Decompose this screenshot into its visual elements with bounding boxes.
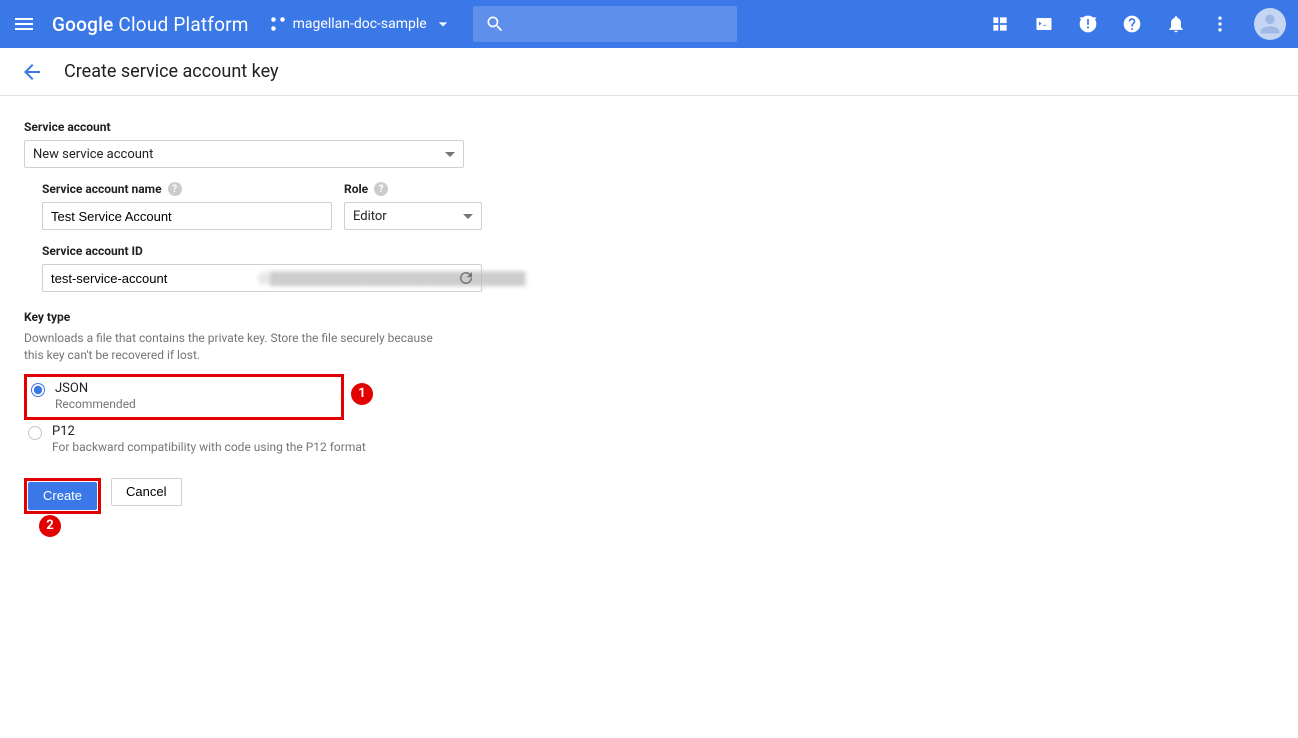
- radio-p12[interactable]: [28, 426, 42, 440]
- p12-option-label: P12: [52, 424, 366, 439]
- callout-badge-2: 2: [39, 515, 61, 537]
- cloud-shell-icon[interactable]: [1032, 12, 1056, 36]
- hamburger-menu-icon[interactable]: [12, 12, 36, 36]
- role-label: Role ?: [344, 182, 482, 196]
- notifications-icon[interactable]: [1164, 12, 1188, 36]
- service-account-name-label: Service account name ?: [42, 182, 332, 196]
- search-bar[interactable]: [473, 6, 738, 42]
- account-avatar[interactable]: [1254, 8, 1286, 40]
- search-input[interactable]: [517, 16, 726, 32]
- service-account-id-input[interactable]: @▓▓▓▓▓▓▓▓▓▓▓▓▓▓▓▓▓▓▓▓▓▓▓▓▓▓▓: [42, 264, 482, 292]
- alert-icon[interactable]: [1076, 12, 1100, 36]
- project-name: magellan-doc-sample: [293, 16, 427, 32]
- help-icon[interactable]: ?: [168, 182, 182, 196]
- project-selector[interactable]: magellan-doc-sample: [269, 14, 453, 34]
- radio-option-json[interactable]: JSON Recommended: [27, 377, 341, 415]
- more-vert-icon[interactable]: [1208, 12, 1232, 36]
- role-value: Editor: [353, 209, 387, 224]
- key-type-label: Key type: [24, 310, 676, 324]
- key-type-description: Downloads a file that contains the priva…: [24, 330, 454, 364]
- service-account-value: New service account: [33, 147, 153, 162]
- json-option-label: JSON: [55, 381, 136, 396]
- create-button[interactable]: Create: [28, 482, 97, 510]
- service-account-name-input[interactable]: [42, 202, 332, 230]
- back-arrow-icon[interactable]: [20, 60, 44, 84]
- caret-down-icon: [433, 14, 453, 34]
- service-account-label: Service account: [24, 120, 676, 134]
- service-account-id-label: Service account ID: [42, 244, 482, 258]
- annotation-highlight-create: Create 2: [24, 478, 101, 514]
- cancel-button[interactable]: Cancel: [111, 478, 181, 506]
- id-domain-suffix: @▓▓▓▓▓▓▓▓▓▓▓▓▓▓▓▓▓▓▓▓▓▓▓▓▓▓▓: [258, 270, 526, 286]
- page-title: Create service account key: [64, 61, 279, 82]
- radio-json[interactable]: [31, 383, 45, 397]
- p12-option-desc: For backward compatibility with code usi…: [52, 440, 366, 454]
- name-field[interactable]: [51, 209, 323, 224]
- callout-badge-1: 1: [351, 383, 373, 405]
- role-select[interactable]: Editor: [344, 202, 482, 230]
- caret-down-icon: [445, 152, 455, 157]
- gift-icon[interactable]: [988, 12, 1012, 36]
- project-icon: [269, 15, 287, 33]
- id-field[interactable]: [51, 271, 211, 286]
- logo-rest: Cloud Platform: [114, 13, 249, 36]
- help-icon[interactable]: [1120, 12, 1144, 36]
- refresh-icon[interactable]: [457, 269, 475, 287]
- top-header: Google Cloud Platform magellan-doc-sampl…: [0, 0, 1298, 48]
- logo-bold: Google: [52, 13, 114, 36]
- page-subheader: Create service account key: [0, 48, 1298, 96]
- radio-option-p12[interactable]: P12 For backward compatibility with code…: [24, 420, 676, 458]
- json-option-desc: Recommended: [55, 397, 136, 411]
- service-account-select[interactable]: New service account: [24, 140, 464, 168]
- help-icon[interactable]: ?: [374, 182, 388, 196]
- search-icon: [485, 14, 505, 34]
- annotation-highlight-json: JSON Recommended 1: [24, 374, 344, 420]
- gcp-logo: Google Cloud Platform: [52, 13, 249, 36]
- caret-down-icon: [463, 214, 473, 219]
- form-content: Service account New service account Serv…: [0, 96, 700, 538]
